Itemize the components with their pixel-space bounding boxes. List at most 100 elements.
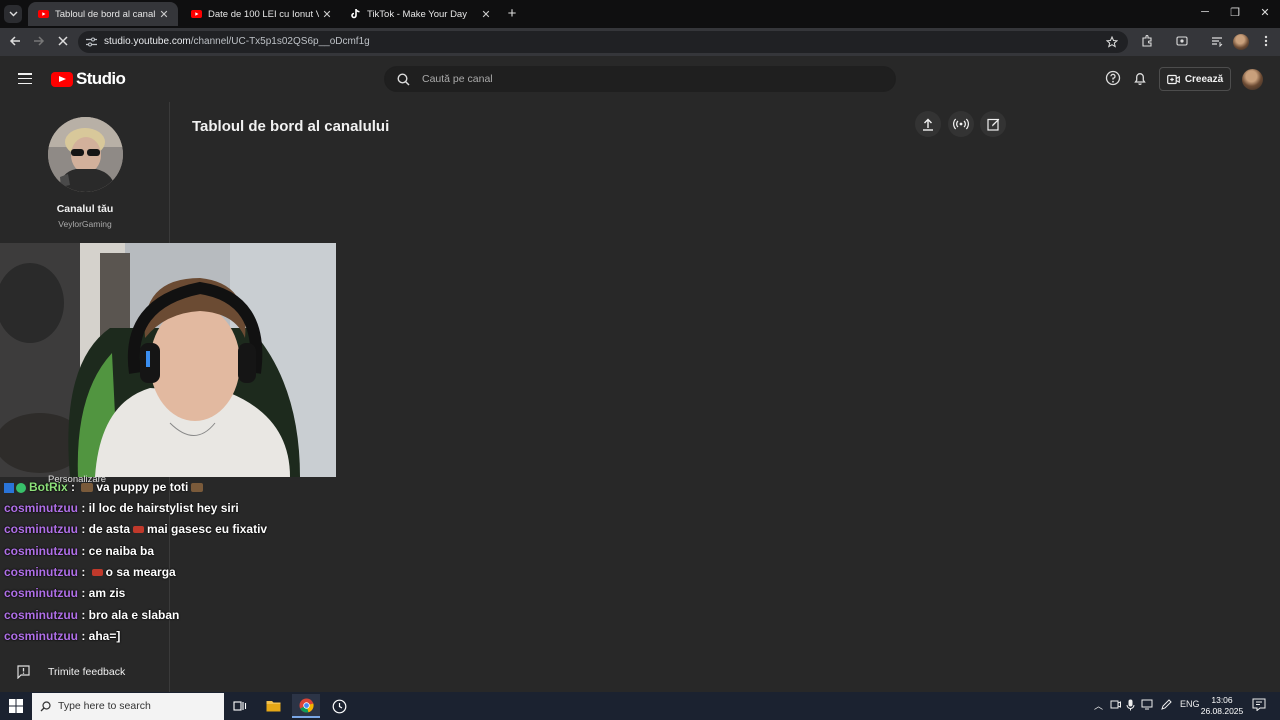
- tab-youtube-studio[interactable]: Tabloul de bord al canalului - YouTube S…: [28, 2, 178, 26]
- chat-username: cosminutzuu: [4, 544, 78, 558]
- pen-workspace-icon[interactable]: [1160, 699, 1172, 713]
- tab-title: Date de 100 LEI cu Ionut V, Dar: [208, 8, 319, 20]
- taskbar-search-placeholder: Type here to search: [58, 700, 151, 712]
- clock-date: 26.08.2025: [1200, 706, 1244, 716]
- search-placeholder: Caută pe canal: [422, 73, 493, 85]
- emote-icon: [91, 569, 103, 577]
- tab-tiktok[interactable]: TikTok - Make Your Day ✕: [340, 2, 500, 26]
- reading-list-icon[interactable]: [1209, 34, 1225, 50]
- studio-logo[interactable]: Studio: [51, 69, 126, 89]
- tab-search-button[interactable]: [4, 5, 22, 23]
- address-toolbar: studio.youtube.com/channel/UC-Tx5p1s02QS…: [0, 28, 1280, 56]
- logo-text: Studio: [76, 69, 126, 88]
- youtube-favicon-icon: [191, 9, 202, 20]
- edit-pencil-icon: [986, 118, 999, 131]
- studio-header: Studio Caută pe canal Creează: [0, 56, 1280, 102]
- search-icon: [397, 73, 410, 86]
- chat-username: cosminutzuu: [4, 629, 78, 643]
- stop-loading-icon[interactable]: [55, 34, 71, 50]
- chat-message: cosminutzuu : de asta mai gasesc eu fixat…: [4, 522, 268, 536]
- create-post-button[interactable]: [980, 111, 1006, 137]
- youtube-favicon-icon: [38, 9, 49, 20]
- chat-message: cosminutzuu : ce naiba ba: [4, 544, 155, 558]
- windows-start-icon[interactable]: [9, 699, 23, 713]
- chat-text: ce naiba ba: [88, 544, 155, 558]
- chat-text: de asta: [88, 522, 131, 536]
- close-tab-icon[interactable]: ✕: [156, 8, 172, 21]
- new-tab-button[interactable]: +: [503, 5, 521, 23]
- system-clock[interactable]: 13:06 26.08.2025: [1198, 695, 1246, 717]
- restore-window-icon[interactable]: ❐: [1226, 6, 1244, 22]
- chat-message: cosminutzuu : bro ala e slaban: [4, 608, 180, 622]
- windows-taskbar: Type here to search ︿ ENG 13:06 26.08.20…: [0, 692, 1280, 720]
- browser-tab-strip: Tabloul de bord al canalului - YouTube S…: [0, 0, 1280, 28]
- chrome-taskbar-icon[interactable]: [292, 694, 320, 718]
- webcam-feed-image: [0, 243, 336, 477]
- chat-text: aha=]: [88, 629, 121, 643]
- taskbar-search-input[interactable]: Type here to search: [32, 693, 224, 720]
- chat-username: BotRix: [29, 480, 68, 494]
- clock-time: 13:06: [1211, 695, 1233, 705]
- emote-icon: [81, 483, 94, 493]
- chat-message: BotRix : va puppy pe toti: [4, 480, 206, 500]
- network-icon[interactable]: [1141, 699, 1153, 712]
- menu-hamburger-icon[interactable]: [18, 73, 32, 85]
- task-view-icon[interactable]: [226, 694, 254, 718]
- help-icon[interactable]: [1105, 70, 1123, 88]
- browser-profile-avatar[interactable]: [1233, 34, 1249, 50]
- cast-media-icon[interactable]: [1174, 34, 1190, 50]
- url-bar[interactable]: studio.youtube.com/channel/UC-Tx5p1s02QS…: [78, 31, 1128, 53]
- close-window-icon[interactable]: ✕: [1256, 6, 1274, 22]
- notifications-icon[interactable]: [1252, 698, 1266, 713]
- url-path: /channel/UC-Tx5p1s02QS6p__oDcmf1g: [190, 36, 370, 47]
- forward-arrow-icon[interactable]: [31, 34, 47, 50]
- notifications-bell-icon[interactable]: [1132, 70, 1150, 88]
- chat-username: cosminutzuu: [4, 565, 78, 579]
- extensions-icon[interactable]: [1139, 34, 1155, 50]
- close-tab-icon[interactable]: ✕: [478, 8, 494, 21]
- channel-name: VeylorGaming: [58, 219, 112, 229]
- create-button[interactable]: Creează: [1159, 67, 1231, 91]
- file-explorer-icon[interactable]: [259, 694, 287, 718]
- search-icon: [40, 701, 51, 712]
- browser-menu-icon[interactable]: [1258, 34, 1274, 50]
- url-host: studio.youtube.com: [104, 36, 191, 47]
- channel-avatar-image: [48, 117, 123, 192]
- chat-username: cosminutzuu: [4, 501, 78, 515]
- channel-avatar[interactable]: [48, 117, 123, 192]
- webcam-overlay: [0, 243, 336, 477]
- emote-icon: [191, 483, 204, 493]
- upload-videos-button[interactable]: [915, 111, 941, 137]
- meet-now-icon[interactable]: [1110, 699, 1121, 712]
- chat-username: cosminutzuu: [4, 586, 78, 600]
- minimize-window-icon[interactable]: ─: [1196, 6, 1214, 22]
- tab-date-100-lei[interactable]: Date de 100 LEI cu Ionut V, Dar ✕: [181, 2, 341, 26]
- chat-text: am zis: [88, 586, 126, 600]
- chat-text: il loc de hairstylist hey siri: [88, 501, 239, 515]
- microphone-icon[interactable]: [1126, 699, 1135, 713]
- tab-title: Tabloul de bord al canalului - YouTube S…: [55, 8, 156, 20]
- feedback-label: Trimite feedback: [48, 666, 126, 678]
- account-avatar[interactable]: [1242, 69, 1263, 90]
- send-feedback-link[interactable]: Trimite feedback: [0, 663, 170, 683]
- bot-badge-icon: [4, 482, 14, 493]
- input-language[interactable]: ENG: [1180, 699, 1200, 709]
- close-tab-icon[interactable]: ✕: [319, 8, 335, 21]
- site-info-icon[interactable]: [86, 37, 97, 47]
- show-hidden-icons-chevron-icon[interactable]: ︿: [1094, 699, 1103, 712]
- channel-search-input[interactable]: Caută pe canal: [384, 66, 896, 92]
- chat-text: mai gasesc eu fixativ: [147, 522, 268, 536]
- upload-icon: [923, 118, 933, 131]
- live-broadcast-icon: [953, 118, 969, 130]
- bookmark-star-icon[interactable]: [1106, 36, 1118, 48]
- chat-message: cosminutzuu : am zis: [4, 586, 126, 600]
- go-live-button[interactable]: [948, 111, 974, 137]
- verified-badge-icon: [16, 482, 26, 493]
- feedback-icon: [17, 665, 30, 679]
- app-taskbar-icon[interactable]: [325, 694, 353, 718]
- chat-text: bro ala e slaban: [88, 608, 180, 622]
- chat-text: o sa mearga: [105, 565, 176, 579]
- chat-username: cosminutzuu: [4, 522, 78, 536]
- back-arrow-icon[interactable]: [7, 34, 23, 50]
- channel-label: Canalul tău: [56, 203, 114, 215]
